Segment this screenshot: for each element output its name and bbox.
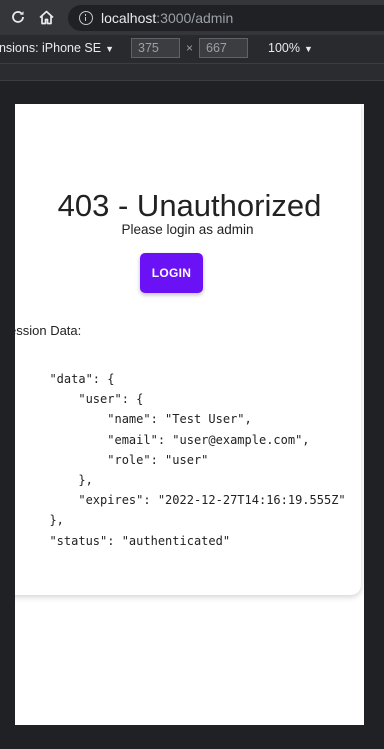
width-input[interactable]: 375	[131, 38, 180, 58]
reload-icon[interactable]	[9, 8, 27, 26]
session-data-label: ession Data:	[15, 323, 82, 338]
home-icon[interactable]	[37, 8, 55, 26]
device-select-label: ensions: iPhone SE	[0, 41, 102, 55]
times-symbol: ×	[186, 41, 194, 55]
browser-toolbar: localhost:3000/admin	[0, 0, 384, 35]
url-host: localhost	[101, 10, 157, 26]
page-title: 403 - Unauthorized	[57, 188, 322, 223]
address-bar[interactable]: localhost:3000/admin	[68, 5, 384, 31]
media-query-bar	[0, 64, 384, 81]
devtools-bottom	[0, 725, 384, 749]
info-icon[interactable]	[79, 11, 93, 25]
page-subtitle: Please login as admin	[121, 222, 254, 237]
device-viewport: 403 - Unauthorized Please login as admin…	[15, 104, 364, 725]
height-input[interactable]: 667	[199, 38, 248, 58]
login-button[interactable]: LOGIN	[140, 253, 203, 293]
device-select[interactable]: ensions: iPhone SE ▼	[0, 41, 114, 55]
zoom-select[interactable]: 100% ▼	[268, 41, 313, 55]
zoom-label: 100%	[268, 41, 300, 55]
session-json: "data": { "user": { "name": "Test User",…	[49, 372, 346, 548]
device-toolbar: ensions: iPhone SE ▼ 375 × 667 100% ▼	[0, 35, 384, 64]
caret-down-icon: ▼	[303, 44, 313, 54]
caret-down-icon: ▼	[105, 44, 115, 54]
url-path: :3000/admin	[156, 10, 234, 26]
